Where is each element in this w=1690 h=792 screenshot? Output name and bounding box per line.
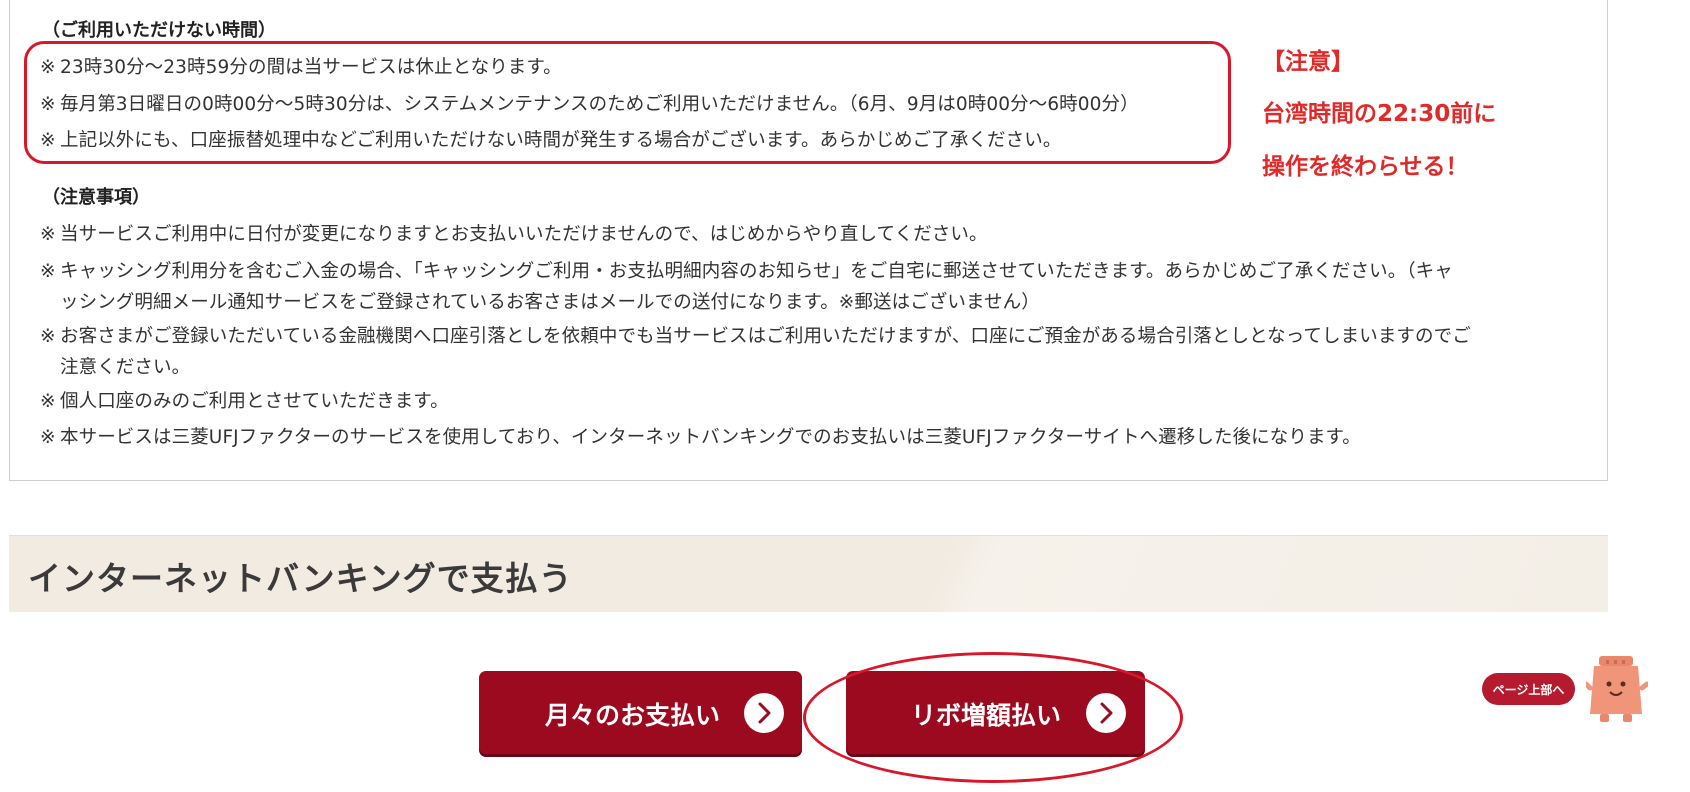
- annotation-line-2: 台湾時間の22:30前に: [1262, 101, 1497, 127]
- note-text: キャッシング利用分を含むご入金の場合、「キャッシングご利用・お支払明細内容のお知…: [60, 261, 1453, 282]
- monthly-payment-label: 月々のお支払い: [545, 701, 721, 730]
- note-mark: ※: [40, 326, 56, 347]
- annotation-line-3: 操作を終わらせる！: [1262, 154, 1469, 180]
- note-mark: ※: [40, 224, 56, 245]
- highlight-ellipse: [803, 652, 1183, 783]
- list-item: ※ 本サービスは三菱UFJファクターのサービスを使用しており、インターネットバンキ…: [40, 422, 1361, 453]
- mascot-icon[interactable]: [1586, 654, 1648, 724]
- page-top-button[interactable]: ページ上部へ: [1482, 673, 1575, 705]
- note-text: 本サービスは三菱UFJファクターのサービスを使用しており、インターネットバンキン…: [60, 427, 1361, 448]
- cautions-heading: （注意事項）: [42, 187, 150, 208]
- annotation-line-1: 【注意】: [1262, 49, 1354, 75]
- note-text-continued: 注意ください。: [60, 357, 191, 378]
- chevron-right-circle-icon: [744, 693, 784, 733]
- note-mark: ※: [40, 391, 56, 412]
- unavailable-hours-heading: （ご利用いただけない時間）: [42, 20, 276, 41]
- note-text: 個人口座のみのご利用とさせていただきます。: [60, 391, 449, 412]
- list-item: ※ キャッシング利用分を含むご入金の場合、「キャッシングご利用・お支払明細内容のお…: [40, 256, 1453, 318]
- monthly-payment-button[interactable]: 月々のお支払い: [479, 671, 802, 754]
- highlight-rectangle: [24, 41, 1231, 164]
- list-item: ※ 個人口座のみのご利用とさせていただきます。: [40, 386, 449, 417]
- page-top-label: ページ上部へ: [1492, 683, 1565, 697]
- section-title: インターネットバンキングで支払う: [28, 559, 573, 598]
- note-text: 当サービスご利用中に日付が変更になりますとお支払いいただけませんので、はじめから…: [60, 224, 988, 245]
- list-item: ※ お客さまがご登録いただいている金融機関へ口座引落としを依頼中でも当サービスはご…: [40, 321, 1471, 383]
- note-text: お客さまがご登録いただいている金融機関へ口座引落としを依頼中でも当サービスはご利…: [60, 326, 1471, 347]
- note-mark: ※: [40, 427, 56, 448]
- section-header: インターネットバンキングで支払う: [9, 535, 1608, 612]
- note-mark: ※: [40, 261, 56, 282]
- note-text-continued: ッシング明細メール通知サービスをご登録されているお客さまはメールでの送付になりま…: [60, 292, 1040, 313]
- list-item: ※ 当サービスご利用中に日付が変更になりますとお支払いいただけませんので、はじめか…: [40, 219, 988, 250]
